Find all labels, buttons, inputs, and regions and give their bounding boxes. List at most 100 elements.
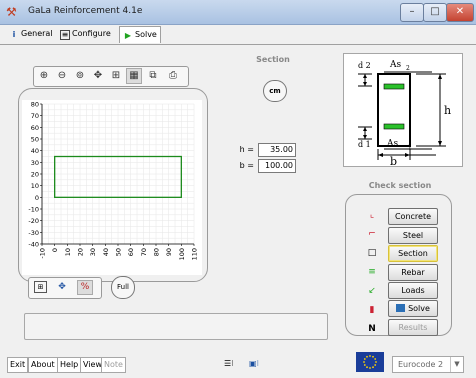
as-top-subscript: 2 — [406, 65, 410, 72]
eu-star — [366, 355, 368, 358]
grid-fine-icon[interactable]: ▦ — [126, 68, 142, 84]
x-tick-label: 90 — [165, 248, 173, 256]
y-tick-label: 30 — [31, 159, 39, 167]
y-tick-label: 20 — [31, 171, 39, 179]
tab-general-label: General — [21, 29, 53, 38]
h-arrow-top — [438, 74, 442, 79]
move-icon[interactable]: ✥ — [55, 281, 69, 294]
concrete-button[interactable]: Concrete — [388, 208, 438, 225]
check-icon-strip: ⌞ ⌐ □ ≡ ↙ ▮ N — [364, 203, 380, 334]
x-tick-label: 110 — [191, 248, 199, 260]
plot-tool-group: ⊞ ✥ % — [28, 277, 102, 299]
eu-star — [369, 355, 371, 357]
zoom-window-icon[interactable]: ⊚ — [73, 69, 87, 83]
help-button[interactable]: Help — [57, 357, 82, 373]
y-tick-label: 40 — [31, 147, 39, 155]
y-tick-label: -20 — [28, 217, 39, 225]
tab-bar: i General ≡ Configure ▶ Solve — [0, 24, 476, 45]
h-arrow-bottom — [438, 141, 442, 146]
rebar-button[interactable]: Rebar — [388, 264, 438, 281]
rebar-top — [383, 83, 405, 90]
tab-configure[interactable]: ≡ Configure — [57, 26, 114, 42]
code-select-value: Eurocode 2 — [398, 360, 444, 369]
rebar-icon: ≡ — [368, 267, 376, 277]
app-window: ⚒ GaLa Reinforcement 4.1e – □ ✕ i General… — [0, 0, 476, 378]
tab-solve[interactable]: ▶ Solve — [119, 26, 161, 43]
steel-law-icon: ⌐ — [368, 229, 376, 239]
tab-solve-label: Solve — [135, 30, 157, 39]
zoom-in-icon[interactable]: ⊕ — [37, 69, 51, 83]
eu-star — [363, 364, 366, 366]
grid-icon[interactable]: ⊞ — [109, 69, 123, 83]
layout-icon[interactable]: ☰⁝ — [224, 357, 234, 371]
y-tick-label: -30 — [28, 229, 39, 237]
y-tick-label: 80 — [31, 101, 39, 109]
note-button[interactable]: Note — [101, 357, 126, 373]
h-dim-label: h — [444, 104, 451, 117]
close-button[interactable]: ✕ — [446, 3, 474, 22]
x-tick-label: 20 — [77, 248, 85, 256]
x-tick-label: 40 — [102, 248, 110, 256]
configure-icon: ≡ — [60, 30, 70, 40]
d2-label: d 2 — [358, 61, 371, 70]
y-tick-label: 50 — [31, 136, 39, 144]
x-tick-label: 50 — [115, 248, 123, 256]
copy-icon[interactable]: ⧉ — [146, 69, 160, 83]
x-tick-label: -10 — [39, 248, 47, 259]
solve-button[interactable]: Solve — [388, 300, 438, 317]
y-tick-label: -40 — [28, 241, 39, 249]
y-tick-label: 0 — [35, 194, 39, 202]
about-button[interactable]: About — [28, 357, 58, 373]
b-arrow-left — [378, 153, 383, 157]
x-tick-label: 100 — [178, 248, 186, 260]
code-select[interactable]: Eurocode 2 ▼ — [392, 356, 464, 373]
pan-icon[interactable]: ✥ — [91, 69, 105, 83]
eu-star — [369, 367, 371, 369]
tab-general[interactable]: i General — [6, 26, 56, 42]
minimize-button[interactable]: – — [400, 3, 424, 22]
exit-button[interactable]: Exit — [7, 357, 29, 373]
title-bar[interactable]: ⚒ GaLa Reinforcement 4.1e – □ ✕ — [0, 0, 476, 25]
rebar-bottom — [383, 123, 405, 130]
monitor-icon[interactable]: ▣⁝ — [249, 357, 259, 371]
full-view-button[interactable]: Full — [111, 276, 135, 299]
info-icon: i — [12, 30, 16, 39]
d1-arrow-top — [363, 127, 367, 131]
section-icon: □ — [367, 248, 377, 258]
eu-star — [363, 361, 365, 363]
window-title: GaLa Reinforcement 4.1e — [28, 6, 143, 16]
b-input[interactable]: 100.00 — [258, 159, 296, 173]
check-section-title: Check section — [368, 181, 432, 190]
eu-star — [372, 366, 374, 369]
unit-button[interactable]: cm — [263, 80, 287, 102]
h-input[interactable]: 35.00 — [258, 143, 296, 157]
eu-star — [375, 361, 377, 363]
y-tick-label: 70 — [31, 112, 39, 120]
section-button[interactable]: Section — [388, 245, 438, 262]
zoom-out-icon[interactable]: ⊖ — [55, 69, 69, 83]
y-tick-label: 60 — [31, 124, 39, 132]
x-tick-label: 0 — [51, 248, 59, 252]
solve-icon — [396, 304, 406, 312]
d1-label: d 1 — [358, 140, 371, 149]
section-diagram: d 2 As 2 d 1 As 1 h b — [343, 53, 463, 167]
concrete-law-icon: ⌞ — [369, 210, 375, 220]
print-icon[interactable]: ⎙ — [166, 69, 180, 83]
eu-star — [372, 355, 374, 358]
chevron-down-icon[interactable]: ▼ — [450, 357, 463, 372]
app-logo-icon: ⚒ — [6, 5, 17, 19]
b-label: b = — [239, 161, 254, 170]
solve-button-label: Solve — [408, 304, 430, 313]
results-button[interactable]: Results — [388, 319, 438, 336]
loads-button[interactable]: Loads — [388, 282, 438, 299]
eu-star — [374, 364, 377, 366]
section-plot[interactable]: 80706050403020100-10-20-30-40 -10 0 10 20 30… — [22, 100, 202, 275]
n-icon: N — [368, 324, 376, 334]
maximize-button[interactable]: □ — [423, 3, 447, 22]
steel-button[interactable]: Steel — [388, 227, 438, 244]
calculator-icon[interactable]: ⊞ — [34, 281, 47, 293]
h-label: h = — [239, 145, 254, 154]
percent-icon[interactable]: % — [77, 280, 93, 295]
x-tick-label: 80 — [153, 248, 161, 256]
eu-star — [374, 358, 377, 360]
